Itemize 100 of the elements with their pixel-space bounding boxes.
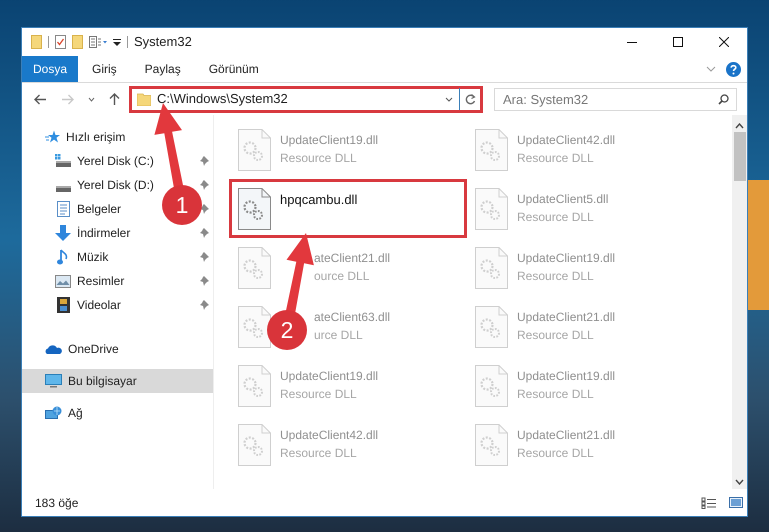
search-icon xyxy=(718,94,729,104)
file-name: UpdateClient21.dll xyxy=(517,427,616,444)
file-name: UpdateClient5.dll xyxy=(517,191,608,208)
pin-icon[interactable] xyxy=(199,204,209,214)
file-gear-icon xyxy=(238,424,271,466)
dropdown-caret-icon[interactable] xyxy=(445,96,453,102)
monitor-icon xyxy=(45,374,62,388)
file-type: Resource DLL xyxy=(517,445,595,462)
sidebar-item[interactable]: OneDrive xyxy=(22,337,213,361)
close-icon xyxy=(719,37,729,47)
sidebar-label: Yerel Disk (D:) xyxy=(77,177,154,194)
ribbon-tab[interactable]: Dosya xyxy=(22,56,78,82)
sidebar-item[interactable]: Yerel Disk (C:) xyxy=(55,149,154,173)
film-icon xyxy=(56,297,70,313)
window-title: System32 xyxy=(134,33,192,52)
document-icon xyxy=(56,201,70,217)
scrollbar[interactable] xyxy=(732,115,747,489)
file-type: Resource DLL xyxy=(517,327,595,344)
file-gear-icon xyxy=(475,424,508,466)
music-note-icon xyxy=(57,249,69,265)
file-gear-icon xyxy=(475,188,508,230)
sidebar-item[interactable]: Resimler xyxy=(55,269,124,293)
scroll-up-icon[interactable] xyxy=(735,123,744,129)
drive-icon xyxy=(55,154,71,168)
sidebar-item[interactable]: Belgeler xyxy=(55,197,122,221)
refresh-icon xyxy=(464,93,476,105)
maximize-icon xyxy=(673,37,683,47)
search-field[interactable]: Ara: System32 xyxy=(494,88,737,110)
file-name: UpdateClient19.dll xyxy=(517,250,616,267)
file-gear-icon xyxy=(475,365,508,407)
tiles-view-icon[interactable] xyxy=(729,497,743,508)
sidebar-label: Belgeler xyxy=(77,201,122,218)
details-view-icon[interactable] xyxy=(701,496,717,508)
collapse-ribbon-icon[interactable] xyxy=(706,66,716,72)
file-gear-icon xyxy=(238,365,271,407)
scroll-down-icon[interactable] xyxy=(735,479,744,485)
file-gear-icon xyxy=(475,306,508,348)
sidebar-item[interactable]: Videolar xyxy=(55,293,121,317)
pin-icon[interactable] xyxy=(199,180,209,190)
address-bar[interactable]: C:\Windows\System32 xyxy=(129,86,483,112)
file-type: Resource DLL xyxy=(517,150,595,167)
sidebar-item[interactable]: Ağ xyxy=(22,401,213,425)
ribbon-tab[interactable]: Görünüm xyxy=(194,56,273,82)
folder-icon xyxy=(137,92,151,106)
sidebar-label: İndirmeler xyxy=(77,225,130,242)
help-icon[interactable] xyxy=(726,62,741,76)
sidebar-label: Müzik xyxy=(77,249,108,266)
file-name: hpqcambu.dll xyxy=(280,191,358,209)
file-name: UpdateClient19.dll xyxy=(280,132,378,149)
sidebar-label: OneDrive xyxy=(68,341,119,358)
pin-icon[interactable] xyxy=(199,228,209,238)
sidebar-label: Videolar xyxy=(77,297,121,314)
customize-toolbar-icon[interactable] xyxy=(113,38,121,46)
sidebar-label: Yerel Disk (C:) xyxy=(77,153,154,170)
picture-icon xyxy=(55,274,71,288)
file-type: Resource DLL xyxy=(517,386,595,403)
file-type: Resource DLL xyxy=(517,209,595,226)
sidebar-item[interactable]: İndirmeler xyxy=(55,221,130,245)
file-name: ateClient63.dll xyxy=(314,309,390,326)
scrollbar-thumb[interactable] xyxy=(734,132,746,181)
file-gear-icon xyxy=(238,306,271,348)
checklist-icon[interactable] xyxy=(55,35,66,49)
file-name: UpdateClient19.dll xyxy=(517,368,616,385)
sidebar-item[interactable]: Yerel Disk (D:) xyxy=(55,173,154,197)
pin-icon[interactable] xyxy=(199,252,209,262)
network-icon xyxy=(45,406,62,420)
download-arrow-icon xyxy=(55,225,71,241)
file-type: urce DLL xyxy=(314,327,364,344)
properties-icon[interactable] xyxy=(89,36,107,48)
file-gear-icon xyxy=(238,247,271,289)
file-name: UpdateClient42.dll xyxy=(517,132,616,149)
sidebar-item[interactable]: Bu bilgisayar xyxy=(22,369,213,393)
drive-icon xyxy=(56,186,70,192)
sidebar-label: Ağ xyxy=(68,405,83,422)
file-type: ource DLL xyxy=(314,268,370,285)
file-gear-icon xyxy=(475,247,508,289)
file-gear-icon xyxy=(238,129,271,171)
file-name: UpdateClient21.dll xyxy=(517,309,616,326)
file-gear-icon xyxy=(475,129,508,171)
file-type: Resource DLL xyxy=(280,150,358,167)
ribbon-tab[interactable]: Giriş xyxy=(78,56,131,82)
file-name: ateClient21.dll xyxy=(314,250,390,267)
dropdown-caret-icon[interactable] xyxy=(88,96,95,102)
cloud-icon xyxy=(45,344,62,354)
file-name: UpdateClient19.dll xyxy=(280,368,378,385)
back-arrow-icon[interactable] xyxy=(34,94,47,104)
sidebar-item[interactable]: Müzik xyxy=(55,245,108,269)
sidebar-label: Resimler xyxy=(77,273,124,290)
up-arrow-icon[interactable] xyxy=(109,92,120,106)
star-icon xyxy=(45,130,60,144)
file-type: Resource DLL xyxy=(517,268,595,285)
pin-icon[interactable] xyxy=(199,300,209,310)
file-gear-icon xyxy=(238,188,271,230)
pin-icon[interactable] xyxy=(199,276,209,286)
pin-icon[interactable] xyxy=(199,156,209,166)
sidebar-label: Hızlı erişim xyxy=(66,129,126,146)
ribbon-tab[interactable]: Paylaş xyxy=(130,56,195,82)
sidebar-label: Bu bilgisayar xyxy=(68,373,137,390)
item-count: 183 öğe xyxy=(35,494,78,512)
file-type: Resource DLL xyxy=(280,386,358,403)
